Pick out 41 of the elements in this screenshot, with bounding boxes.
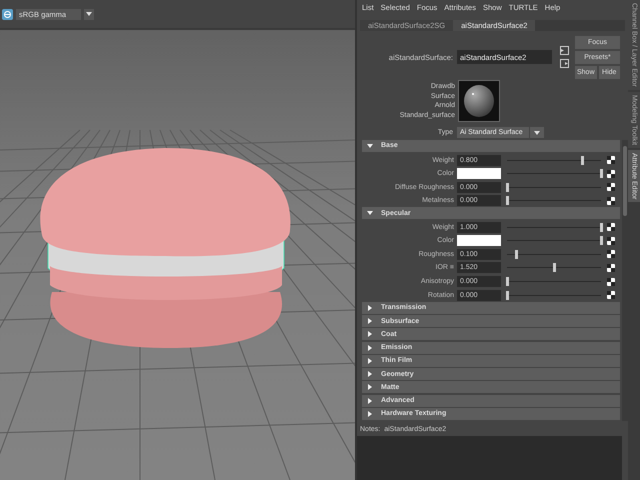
collapsed-arrow-icon[interactable] xyxy=(367,344,373,351)
slider-thumb[interactable] xyxy=(506,277,508,286)
collapsed-arrow-icon[interactable] xyxy=(367,358,373,364)
expanded-arrow-icon[interactable] xyxy=(367,210,373,216)
map-checker-icon[interactable] xyxy=(607,183,615,192)
map-checker-icon[interactable] xyxy=(607,236,615,245)
map-checker-icon[interactable] xyxy=(607,250,615,258)
color-swatch-field[interactable] xyxy=(457,168,501,180)
map-checker-icon[interactable] xyxy=(607,278,615,286)
slider-thumb[interactable] xyxy=(600,222,602,232)
collapsed-arrow-icon[interactable] xyxy=(367,384,373,390)
slider-thumb[interactable] xyxy=(506,290,508,300)
slider-thumb[interactable] xyxy=(552,263,556,272)
scrollbar[interactable] xyxy=(622,140,628,421)
input-connection-icon[interactable] xyxy=(560,46,569,55)
material-preview-swatch xyxy=(458,80,500,122)
color-management-icon[interactable] xyxy=(2,8,13,20)
expanded-arrow-icon[interactable] xyxy=(367,142,373,149)
collapsed-arrow-icon[interactable] xyxy=(367,410,373,417)
map-checker-icon[interactable] xyxy=(607,156,615,164)
map-checker-icon[interactable] xyxy=(607,196,615,205)
collapsed-arrow-icon[interactable] xyxy=(367,331,373,338)
color-swatch-field[interactable] xyxy=(457,235,501,246)
map-checker-icon[interactable] xyxy=(607,223,615,232)
slider-thumb[interactable] xyxy=(506,196,508,206)
map-checker-icon[interactable] xyxy=(607,170,615,178)
slider-thumb[interactable] xyxy=(514,250,518,259)
collapsed-arrow-icon[interactable] xyxy=(367,318,373,324)
slider-thumb[interactable] xyxy=(580,156,584,165)
output-connection-icon[interactable] xyxy=(560,59,569,68)
dropdown-caret-icon[interactable] xyxy=(84,8,94,20)
viewport-scene[interactable] xyxy=(0,30,355,480)
collapsed-arrow-icon[interactable] xyxy=(367,398,373,404)
slider-thumb[interactable] xyxy=(600,169,602,178)
slider-thumb[interactable] xyxy=(506,182,508,192)
dropdown-caret-icon[interactable] xyxy=(530,127,544,138)
slider-thumb[interactable] xyxy=(600,236,602,246)
map-checker-icon[interactable] xyxy=(607,264,615,272)
collapsed-arrow-icon[interactable] xyxy=(367,304,373,311)
collapsed-arrow-icon[interactable] xyxy=(367,371,373,378)
map-checker-icon[interactable] xyxy=(607,291,615,300)
